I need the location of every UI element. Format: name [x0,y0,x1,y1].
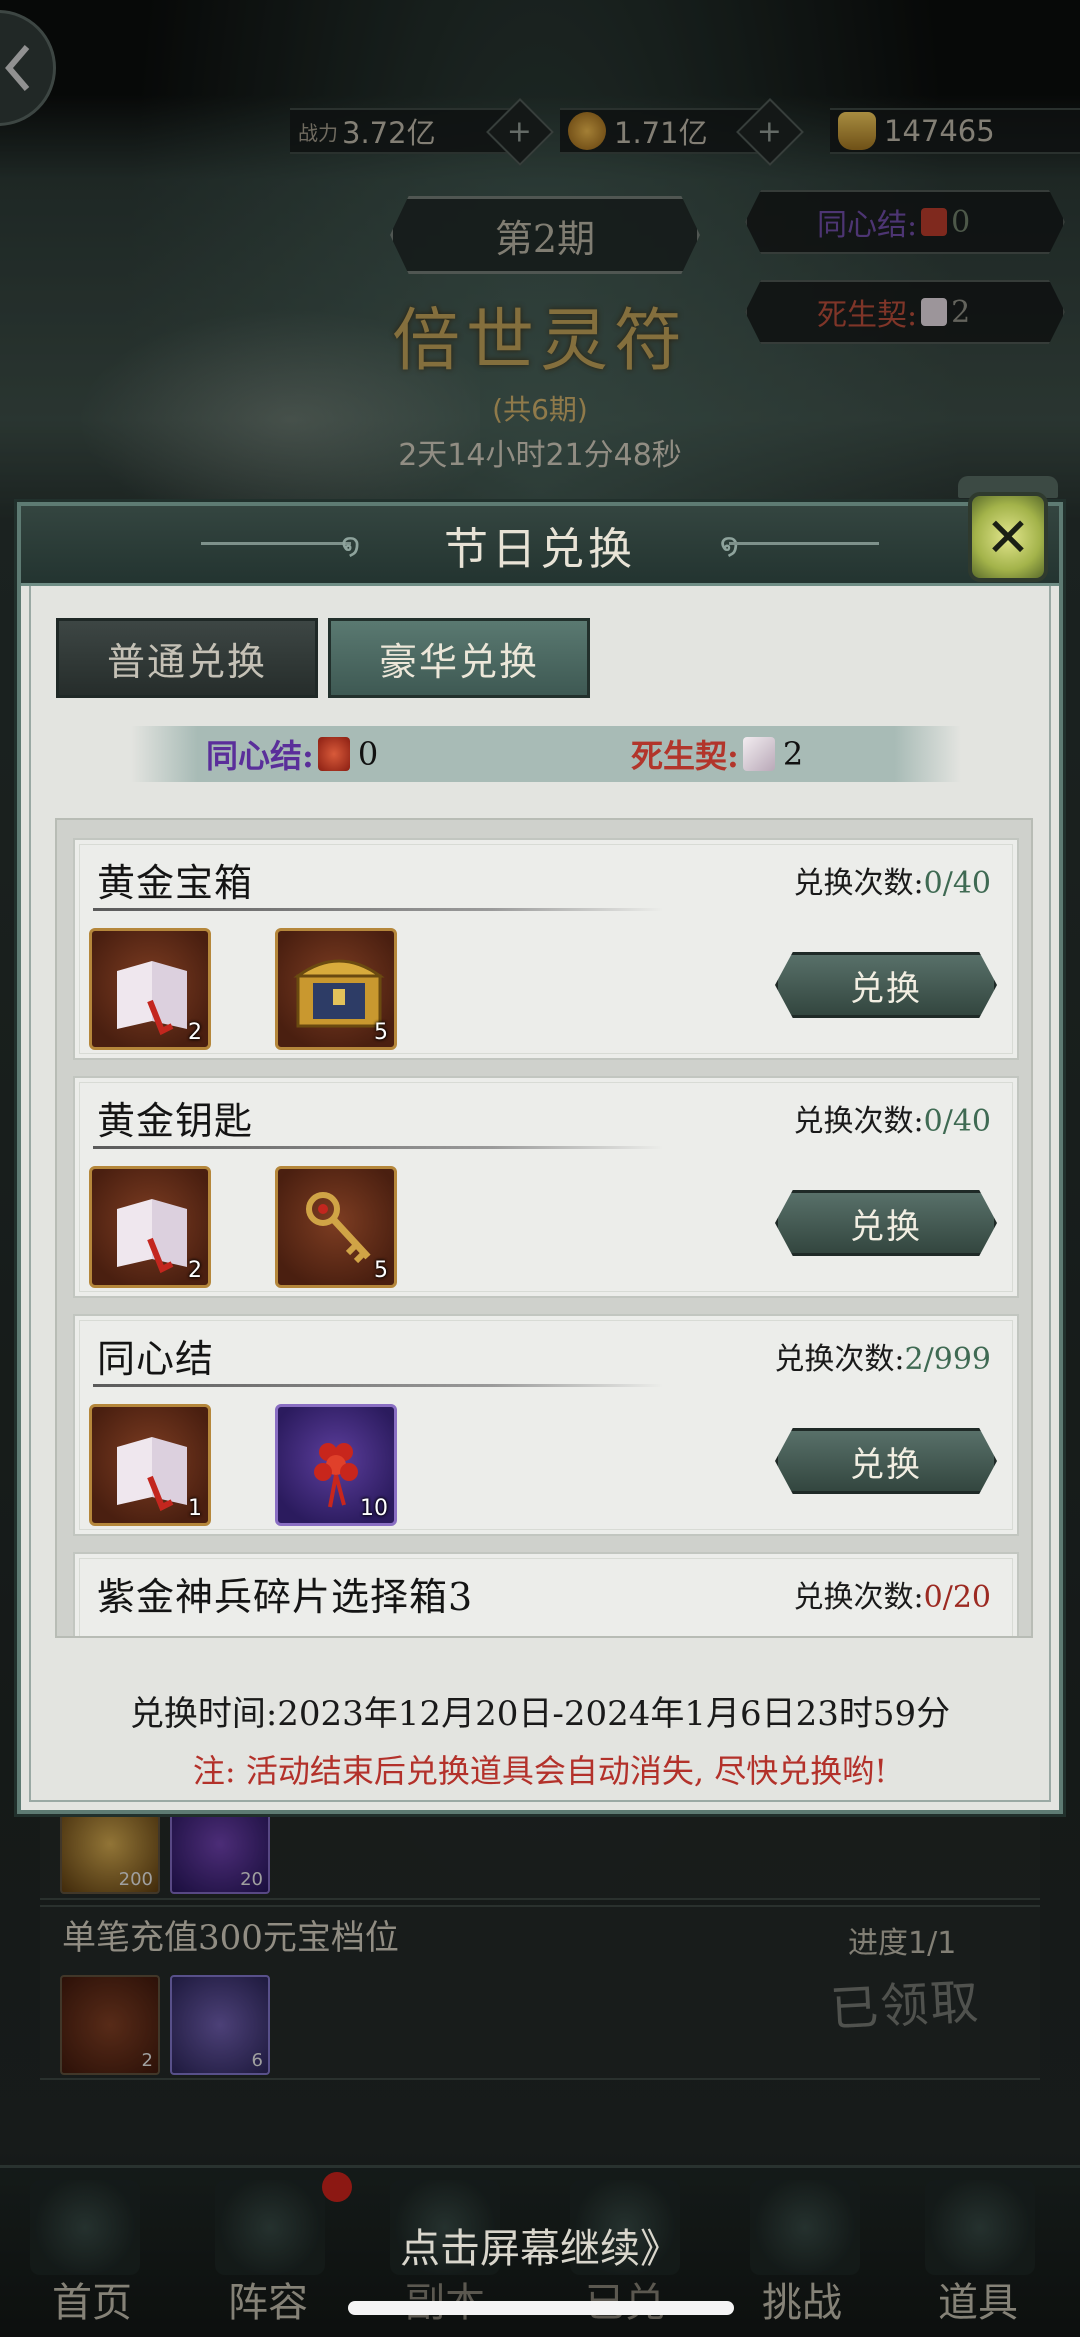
header-ornament [201,542,351,545]
card-title: 黄金宝箱 [97,861,254,905]
exchange-card: 同心结 兑换次数:2/999 1 10 兑换 [73,1314,1019,1536]
exchange-count: 兑换次数:0/40 [794,858,991,902]
exchange-count: 兑换次数:2/999 [774,1334,991,1378]
book-icon[interactable]: 1 [89,1404,211,1526]
book-icon[interactable]: 2 [89,928,211,1050]
exchange-button[interactable]: 兑换 [775,952,997,1018]
count-label: 兑换次数: [793,866,924,901]
modal-title: 节日兑换 [444,523,636,575]
card-title: 同心结 [97,1337,215,1381]
swirl-icon: ໑ [341,528,361,563]
chinese-knot-icon [317,737,350,771]
exchange-card: 黄金宝箱 兑换次数:0/40 2 5 兑换 [73,838,1019,1060]
expiry-note: 注: 活动结束后兑换道具会自动消失, 尽快兑换哟! [192,1752,888,1790]
gold-chest-icon[interactable]: 5 [275,928,397,1050]
card-title: 紫金神兵碎片选择箱3 [97,1575,474,1619]
tab-deluxe-exchange[interactable]: 豪华兑换 [328,618,590,698]
swirl-icon: ໑ [719,528,739,563]
header-ornament [729,542,879,545]
tongxinjie-label: 同心结: [206,737,314,775]
divider [93,1146,663,1149]
card-title: 黄金钥匙 [97,1099,254,1143]
home-indicator[interactable] [348,2301,734,2315]
modal-header: ໑ 节日兑换 ໑ [21,506,1059,586]
tongxinjie-value: 0 [357,735,379,773]
tongxinjie-balance: 同心结: 0 [206,731,378,777]
exchange-button[interactable]: 兑换 [775,1428,997,1494]
close-button[interactable]: ✕ [958,462,1062,592]
count-label: 兑换次数: [793,1580,924,1615]
item-qty: 10 [360,1496,388,1521]
exchange-count: 兑换次数:0/40 [794,1096,991,1140]
sishengqi-label: 死生契: [631,737,739,775]
item-qty: 2 [188,1020,202,1045]
exchange-list[interactable]: 黄金宝箱 兑换次数:0/40 2 5 兑换 黄金钥匙 兑换次数:0/40 2 5… [55,818,1033,1638]
sishengqi-value: 2 [782,735,804,773]
exchange-tabs: 普通兑换 豪华兑换 [56,618,590,698]
divider [93,908,663,911]
count-value: 0/40 [923,866,991,901]
close-icon: ✕ [968,492,1048,582]
item-qty: 2 [188,1258,202,1283]
count-value: 2/999 [904,1342,991,1377]
book-icon [742,737,775,771]
currency-strip: 同心结: 0 死生契: 2 [131,726,961,782]
exchange-count: 兑换次数:0/20 [794,1572,991,1616]
count-label: 兑换次数: [774,1342,905,1377]
festival-exchange-modal: ໑ 节日兑换 ໑ 普通兑换 豪华兑换 同心结: 0 死生契: 2 黄金宝箱 兑换… [17,502,1063,1814]
exchange-card: 紫金神兵碎片选择箱3 兑换次数:0/20 [73,1552,1019,1636]
count-label: 兑换次数: [793,1104,924,1139]
exchange-card: 黄金钥匙 兑换次数:0/40 2 5 兑换 [73,1076,1019,1298]
count-value: 0/40 [923,1104,991,1139]
book-icon[interactable]: 2 [89,1166,211,1288]
exchange-time: 兑换时间:2023年12月20日-2024年1月6日23时59分 [129,1694,951,1734]
gold-key-icon[interactable]: 5 [275,1166,397,1288]
item-qty: 1 [188,1496,202,1521]
exchange-button[interactable]: 兑换 [775,1190,997,1256]
tab-normal-exchange[interactable]: 普通兑换 [56,618,318,698]
item-qty: 5 [374,1258,388,1283]
count-value: 0/20 [923,1580,991,1615]
item-qty: 5 [374,1020,388,1045]
sishengqi-balance: 死生契: 2 [631,731,803,777]
chinese-knot-icon[interactable]: 10 [275,1404,397,1526]
divider [93,1384,663,1387]
continue-hint[interactable]: 点击屏幕继续》 [0,2216,1080,2274]
